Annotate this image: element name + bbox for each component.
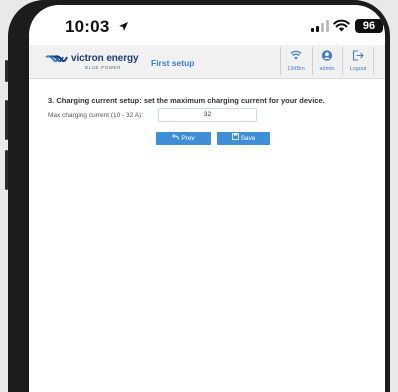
max-current-label: Max charging current (10 - 32 A): <box>48 112 144 119</box>
logout-label: Logout <box>349 66 367 72</box>
cellular-signal-icon <box>311 20 329 32</box>
victron-logo-icon <box>45 55 68 63</box>
logout-button[interactable]: Logout <box>342 47 374 75</box>
battery-indicator: 96 <box>355 19 383 33</box>
wifi-strength-label: 19dBm <box>287 66 305 72</box>
phone-side-button <box>5 150 8 190</box>
prev-label: Prev <box>181 135 195 142</box>
admin-label: admin <box>319 66 335 72</box>
logout-icon <box>352 50 364 61</box>
max-current-input[interactable] <box>158 108 257 122</box>
section-title: 3. Charging current setup: set the maxim… <box>48 96 325 105</box>
status-time: 10:03 <box>65 17 110 36</box>
location-arrow-icon <box>119 22 128 31</box>
wifi-strength-button[interactable]: 19dBm <box>280 47 311 75</box>
admin-button[interactable]: admin <box>312 47 341 75</box>
page-title: First setup <box>151 58 195 68</box>
phone-side-button <box>5 100 8 140</box>
brand-name: victron energy <box>71 53 139 64</box>
wifi-signal-icon <box>290 50 302 60</box>
wifi-icon <box>333 19 350 32</box>
floppy-disk-icon <box>231 133 239 140</box>
save-label: Save <box>240 135 256 142</box>
prev-button[interactable]: Prev <box>156 132 211 145</box>
brand-tagline: BLUE POWER <box>85 65 122 70</box>
status-bar: 10:03 96 <box>29 5 385 45</box>
phone-frame: 10:03 96 victron energy BLUE POWER First… <box>5 0 390 392</box>
save-button[interactable]: Save <box>217 132 270 145</box>
phone-screen: 10:03 96 victron energy BLUE POWER First… <box>29 5 385 392</box>
undo-arrow-icon <box>172 134 180 140</box>
app-header: victron energy BLUE POWER First setup 19… <box>29 45 385 79</box>
phone-side-button <box>5 60 8 82</box>
user-icon <box>321 50 333 61</box>
